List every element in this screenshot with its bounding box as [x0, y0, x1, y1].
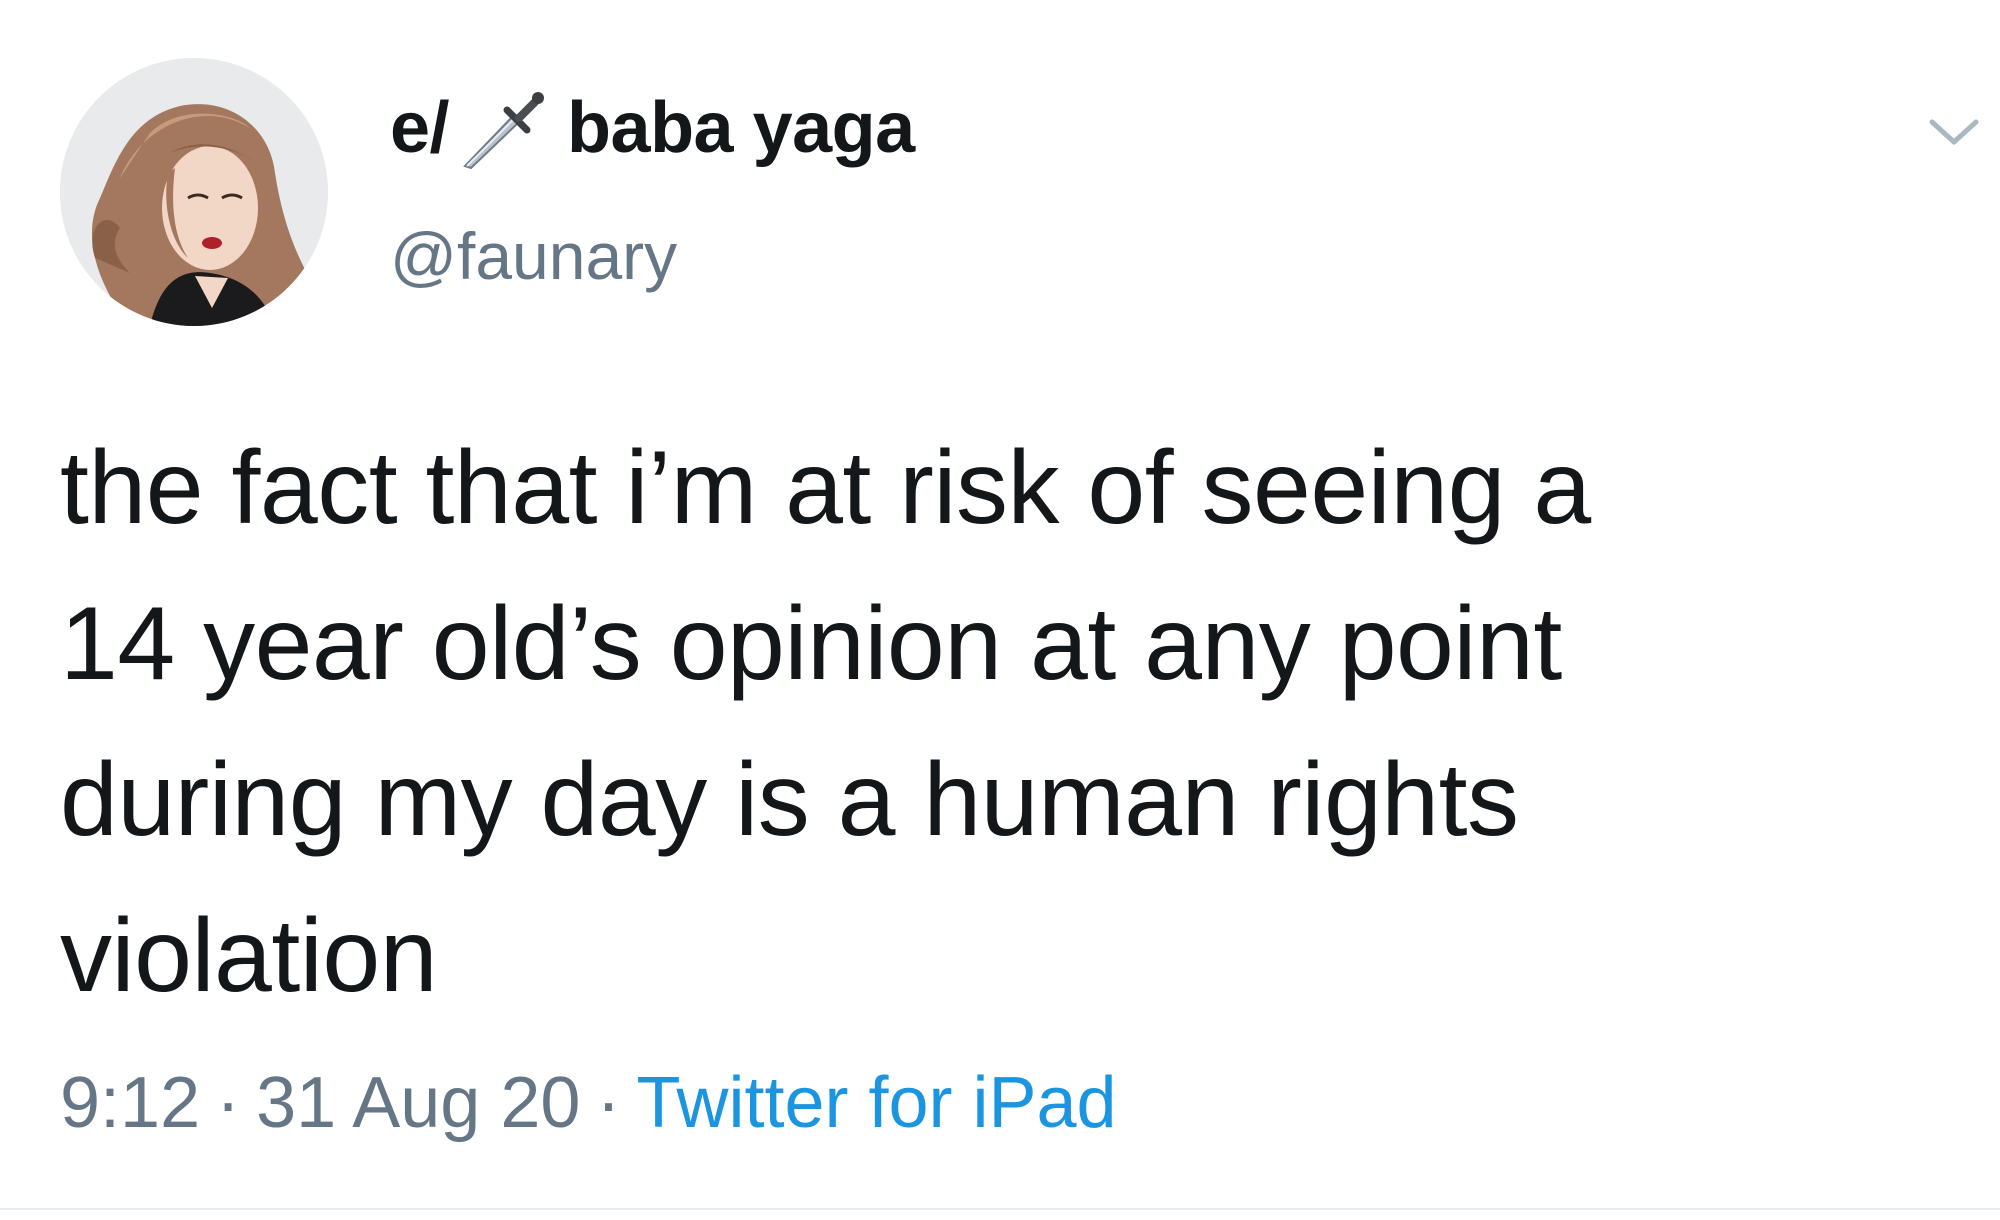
tweet-text: the fact that i’m at risk of seeing a 14… — [60, 430, 1591, 1014]
author-display-name[interactable]: e/ baba yaga — [390, 88, 915, 170]
author-name-main: baba yaga — [567, 88, 915, 168]
tweet-time[interactable]: 9:12 — [60, 1063, 200, 1143]
chevron-down-icon[interactable] — [1926, 112, 1982, 152]
divider — [0, 1208, 2000, 1210]
tweet-source-link[interactable]: Twitter for iPad — [636, 1063, 1116, 1143]
dagger-icon — [457, 82, 549, 174]
tweet-card: e/ baba yaga @faunary the fact that i’m … — [0, 0, 2000, 1220]
tweet-date[interactable]: 31 Aug 20 — [256, 1063, 580, 1143]
author-handle[interactable]: @faunary — [390, 218, 677, 294]
avatar-illustration — [60, 58, 328, 326]
author-name-prefix: e/ — [390, 88, 450, 168]
tweet-meta: 9:12 · 31 Aug 20 · Twitter for iPad — [60, 1062, 1117, 1144]
avatar[interactable] — [60, 58, 328, 326]
separator-dot: · — [596, 1063, 621, 1143]
separator-dot: · — [216, 1063, 241, 1143]
